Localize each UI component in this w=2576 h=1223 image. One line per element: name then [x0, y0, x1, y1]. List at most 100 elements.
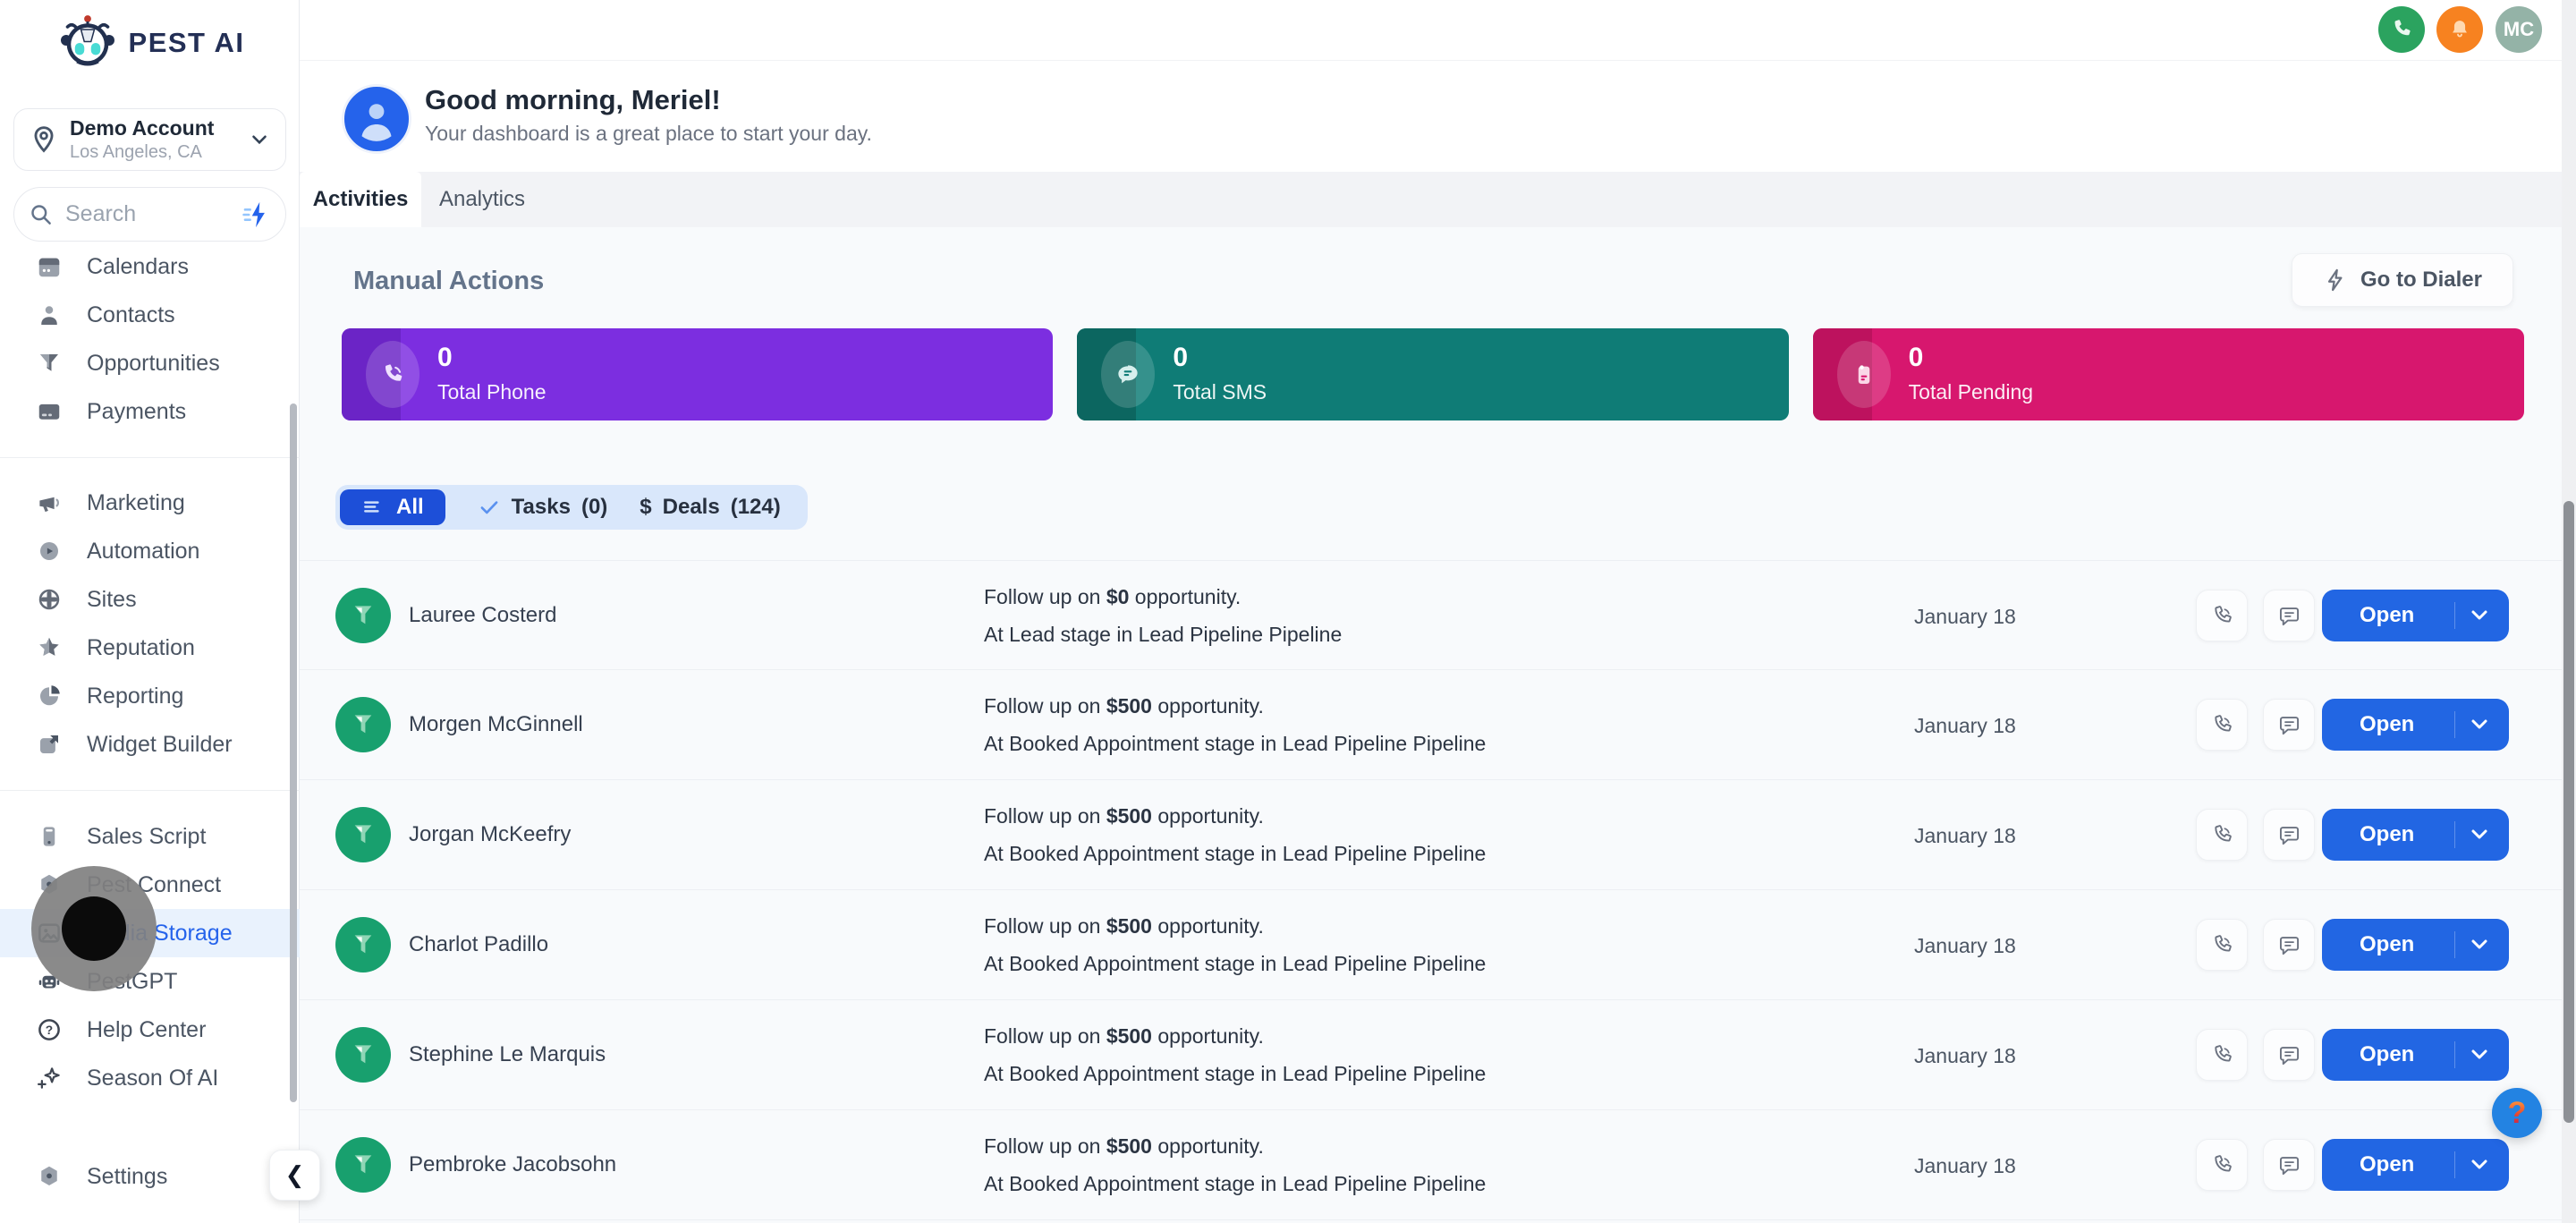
- stage-text: At Lead stage in Lead Pipeline Pipeline: [984, 623, 1914, 647]
- account-selector[interactable]: Demo Account Los Angeles, CA: [13, 108, 286, 171]
- sidebar-group-settings: Settings: [0, 1152, 300, 1201]
- filter-deals-button[interactable]: $ Deals (124): [640, 495, 780, 520]
- filter-all-button[interactable]: All: [340, 489, 445, 525]
- message-button[interactable]: [2263, 1029, 2315, 1081]
- sidebar-item-help-center[interactable]: ? Help Center: [0, 1006, 300, 1054]
- app-logo[interactable]: PEST AI: [0, 11, 300, 75]
- open-button[interactable]: Open: [2322, 809, 2509, 861]
- contact-name[interactable]: Pembroke Jacobsohn: [409, 1152, 616, 1177]
- sidebar-item-settings[interactable]: Settings: [0, 1152, 300, 1201]
- page-title: Good morning, Meriel!: [425, 84, 721, 116]
- chevron-down-icon: [2470, 938, 2489, 952]
- line1-prefix: Follow up on: [984, 1024, 1100, 1048]
- dialer-quick-button[interactable]: [2378, 6, 2425, 53]
- contact-name[interactable]: Morgen McGinnell: [409, 712, 583, 737]
- page-scrollbar[interactable]: [2562, 0, 2576, 1223]
- open-button[interactable]: Open: [2322, 590, 2509, 641]
- filter-tasks-button[interactable]: Tasks (0): [478, 495, 608, 520]
- open-button[interactable]: Open: [2322, 699, 2509, 751]
- ai-bolt-icon[interactable]: [241, 200, 271, 230]
- globe-icon: [36, 586, 63, 613]
- message-button[interactable]: [2263, 1139, 2315, 1191]
- activity-filters: All Tasks (0) $ Deals (124): [335, 485, 808, 530]
- sidebar-collapse-button[interactable]: ❮: [269, 1150, 320, 1201]
- opportunity-amount: $500: [1106, 1024, 1152, 1048]
- notifications-button[interactable]: [2436, 6, 2483, 53]
- search-box[interactable]: [13, 187, 286, 242]
- message-button[interactable]: [2263, 809, 2315, 861]
- stage-text: At Booked Appointment stage in Lead Pipe…: [984, 952, 1914, 976]
- sidebar-divider: [0, 790, 300, 791]
- sidebar-item-opportunities[interactable]: Opportunities: [0, 339, 300, 387]
- call-button[interactable]: [2196, 699, 2248, 751]
- message-button[interactable]: [2263, 699, 2315, 751]
- funnel-icon: [36, 350, 63, 377]
- tab-activities[interactable]: Activities: [300, 172, 421, 227]
- activity-description: Follow up on $0 opportunity. At Lead sta…: [984, 561, 1914, 671]
- star-icon: [36, 634, 63, 661]
- open-button[interactable]: Open: [2322, 1029, 2509, 1081]
- sidebar-item-label: Sites: [87, 587, 137, 613]
- sidebar-item-marketing[interactable]: Marketing: [0, 479, 300, 527]
- sidebar-item-calendars[interactable]: Calendars: [0, 242, 300, 291]
- page-scrollbar-thumb[interactable]: [2563, 501, 2574, 1123]
- sidebar-item-automation[interactable]: Automation: [0, 527, 300, 575]
- sidebar-item-label: Reputation: [87, 635, 195, 661]
- activity-row: Lauree Costerd Follow up on $0 opportuni…: [300, 560, 2576, 670]
- help-button[interactable]: ?: [2492, 1088, 2542, 1138]
- phone-icon: [2210, 604, 2234, 628]
- open-button[interactable]: Open: [2322, 1139, 2509, 1191]
- go-to-dialer-button[interactable]: Go to Dialer: [2292, 253, 2513, 307]
- call-button[interactable]: [2196, 809, 2248, 861]
- sidebar-item-contacts[interactable]: Contacts: [0, 291, 300, 339]
- sms-icon: [1101, 341, 1155, 408]
- button-divider: [2454, 931, 2455, 958]
- contact-name[interactable]: Lauree Costerd: [409, 603, 556, 628]
- contact-name[interactable]: Charlot Padillo: [409, 932, 548, 957]
- sidebar-item-widget-builder[interactable]: Widget Builder: [0, 720, 300, 769]
- call-button[interactable]: [2196, 590, 2248, 641]
- chat-icon: [2277, 604, 2301, 628]
- contact-avatar-funnel-icon: [335, 588, 391, 643]
- screen-cursor-overlay: [31, 866, 157, 991]
- filter-deals-count: (124): [731, 495, 781, 520]
- sidebar-item-sites[interactable]: Sites: [0, 575, 300, 624]
- sidebar-group-main: Calendars Contacts Opportunities Payment…: [0, 242, 300, 436]
- avatar-initials: MC: [2504, 18, 2534, 41]
- sidebar-item-label: Calendars: [87, 254, 189, 280]
- contact-name[interactable]: Stephine Le Marquis: [409, 1042, 606, 1067]
- stat-value: 0: [1909, 343, 1924, 373]
- megaphone-icon: [36, 489, 63, 516]
- activity-description: Follow up on $500 opportunity. At Booked…: [984, 1110, 1914, 1220]
- sidebar-item-sales-script[interactable]: Sales Script: [0, 812, 300, 861]
- contact-name[interactable]: Jorgan McKeefry: [409, 822, 571, 847]
- stage-text: At Booked Appointment stage in Lead Pipe…: [984, 732, 1914, 756]
- sidebar-scrollbar[interactable]: [290, 403, 297, 1102]
- dollar-icon: $: [640, 495, 651, 520]
- stat-label: Total Pending: [1909, 380, 2033, 404]
- user-avatar[interactable]: MC: [2496, 6, 2542, 53]
- tab-analytics[interactable]: Analytics: [421, 172, 543, 227]
- stat-card-total-pending[interactable]: 0 Total Pending: [1813, 328, 2524, 420]
- sidebar-item-label: Help Center: [87, 1017, 206, 1043]
- line1-suffix: opportunity.: [1135, 585, 1241, 608]
- open-button[interactable]: Open: [2322, 919, 2509, 971]
- message-button[interactable]: [2263, 590, 2315, 641]
- chevron-down-icon: [2470, 718, 2489, 732]
- question-mark-icon: ?: [2508, 1096, 2527, 1131]
- sidebar-item-reputation[interactable]: Reputation: [0, 624, 300, 672]
- call-button[interactable]: [2196, 919, 2248, 971]
- call-button[interactable]: [2196, 1139, 2248, 1191]
- sidebar-item-season-of-ai[interactable]: Season Of AI: [0, 1054, 300, 1102]
- top-bar: MC: [300, 0, 2576, 61]
- stat-card-total-phone[interactable]: 0 Total Phone: [342, 328, 1053, 420]
- sidebar-item-payments[interactable]: Payments: [0, 387, 300, 436]
- message-button[interactable]: [2263, 919, 2315, 971]
- open-button-label: Open: [2360, 1152, 2414, 1177]
- call-button[interactable]: [2196, 1029, 2248, 1081]
- filter-all-label: All: [396, 495, 424, 520]
- search-input[interactable]: [64, 200, 241, 228]
- activity-row: Stephine Le Marquis Follow up on $500 op…: [300, 1000, 2576, 1110]
- sidebar-item-reporting[interactable]: Reporting: [0, 672, 300, 720]
- stat-card-total-sms[interactable]: 0 Total SMS: [1077, 328, 1788, 420]
